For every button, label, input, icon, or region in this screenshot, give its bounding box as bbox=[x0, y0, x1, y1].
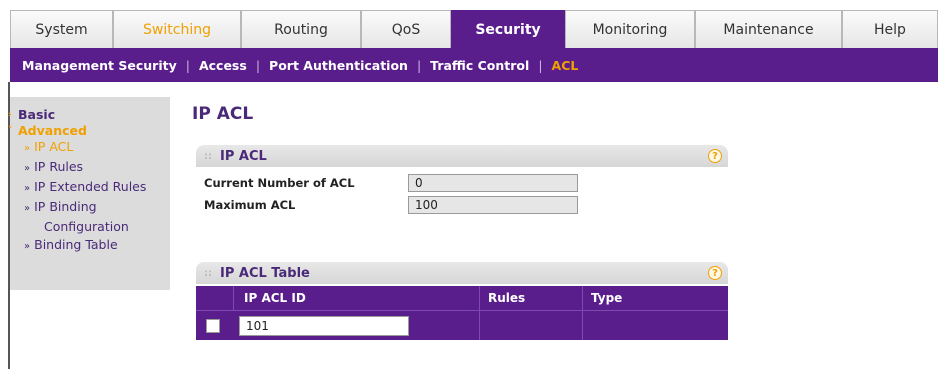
security-subnav: Management Security | Access | Port Auth… bbox=[10, 48, 938, 82]
tab-label: Security bbox=[475, 21, 541, 38]
maximum-acl-field: 100 bbox=[408, 196, 578, 214]
grip-icon: :: bbox=[204, 267, 212, 279]
sidebar-basic-label: Basic bbox=[18, 107, 56, 122]
sidebar-item-label: Configuration bbox=[44, 219, 129, 234]
sidebar-basic[interactable]: › Basic bbox=[8, 107, 170, 122]
tab-qos[interactable]: QoS bbox=[361, 10, 451, 48]
sidebar-item-ip-rules[interactable]: » IP Rules bbox=[16, 158, 170, 178]
tab-label: Routing bbox=[274, 21, 328, 38]
tab-routing[interactable]: Routing bbox=[241, 10, 361, 48]
subnav-separator: | bbox=[255, 57, 261, 73]
ip-acl-panel: :: IP ACL ? Current Number of ACL 0 Maxi… bbox=[196, 145, 728, 216]
header-ip-acl-id[interactable]: IP ACL ID bbox=[233, 286, 479, 310]
ip-acl-table: IP ACL ID Rules Type 101 bbox=[196, 286, 728, 340]
field-label: Maximum ACL bbox=[204, 198, 296, 212]
ip-acl-id-input[interactable]: 101 bbox=[239, 315, 409, 336]
grip-icon: :: bbox=[204, 150, 212, 162]
sidebar-item-label: IP Rules bbox=[34, 159, 84, 174]
tab-help[interactable]: Help bbox=[842, 10, 938, 48]
current-acl-row: Current Number of ACL 0 bbox=[196, 172, 728, 194]
table-header: IP ACL ID Rules Type bbox=[196, 286, 728, 310]
panel-header: :: IP ACL ? bbox=[196, 145, 728, 167]
sidebar-advanced-label: Advanced bbox=[18, 123, 87, 138]
double-arrow-icon: » bbox=[24, 241, 31, 252]
field-label: Current Number of ACL bbox=[204, 176, 355, 190]
header-select-cell bbox=[196, 286, 233, 310]
header-rules[interactable]: Rules bbox=[479, 286, 582, 310]
tab-switching[interactable]: Switching bbox=[113, 10, 241, 48]
select-cell bbox=[196, 311, 233, 340]
main-tab-bar: System Switching Routing QoS Security Mo… bbox=[10, 10, 938, 48]
maximum-acl-row: Maximum ACL 100 bbox=[196, 194, 728, 216]
panel-header: :: IP ACL Table ? bbox=[196, 262, 728, 284]
rules-cell bbox=[479, 311, 582, 340]
panel-title: IP ACL Table bbox=[220, 265, 310, 281]
id-cell: 101 bbox=[233, 311, 479, 340]
sidebar-item-label: Binding Table bbox=[34, 237, 118, 252]
ip-acl-table-panel: :: IP ACL Table ? bbox=[196, 262, 728, 284]
sidebar-item-binding-table[interactable]: » Binding Table bbox=[16, 236, 170, 256]
sidebar-item-ip-binding-cont[interactable]: Configuration bbox=[16, 218, 170, 236]
subnav-access[interactable]: Access bbox=[199, 58, 247, 73]
subnav-traffic-control[interactable]: Traffic Control bbox=[430, 58, 529, 73]
sidebar-advanced[interactable]: ˅ Advanced bbox=[8, 123, 170, 138]
help-icon[interactable]: ? bbox=[708, 266, 722, 280]
chevron-right-icon: › bbox=[8, 109, 12, 120]
subnav-port-authentication[interactable]: Port Authentication bbox=[269, 58, 408, 73]
subnav-separator: | bbox=[185, 57, 190, 73]
subnav-separator: | bbox=[416, 57, 422, 73]
panel-title: IP ACL bbox=[220, 148, 267, 164]
tab-label: Help bbox=[874, 21, 906, 38]
tab-label: Maintenance bbox=[723, 21, 814, 38]
sidebar-item-ip-binding[interactable]: » IP Binding bbox=[16, 198, 170, 218]
sidebar-item-label: IP Binding bbox=[34, 199, 97, 214]
page-title: IP ACL bbox=[192, 104, 254, 124]
tab-label: QoS bbox=[391, 21, 421, 38]
tab-maintenance[interactable]: Maintenance bbox=[695, 10, 842, 48]
table-row: 101 bbox=[196, 310, 728, 340]
double-arrow-icon: » bbox=[24, 183, 31, 194]
tab-security[interactable]: Security bbox=[451, 10, 565, 48]
double-arrow-icon: » bbox=[24, 203, 31, 214]
help-icon[interactable]: ? bbox=[708, 149, 722, 163]
subnav-separator: | bbox=[538, 57, 543, 73]
double-arrow-icon: » bbox=[24, 143, 31, 154]
tab-monitoring[interactable]: Monitoring bbox=[565, 10, 695, 48]
sidebar-item-ip-extended-rules[interactable]: » IP Extended Rules bbox=[16, 178, 170, 198]
sidebar: › Basic ˅ Advanced » IP ACL » IP Rules » IP… bbox=[8, 97, 170, 290]
subnav-management-security[interactable]: Management Security bbox=[22, 58, 177, 73]
sidebar-item-label: IP ACL bbox=[34, 139, 74, 154]
type-cell bbox=[582, 311, 728, 340]
header-type[interactable]: Type bbox=[582, 286, 728, 310]
tab-system[interactable]: System bbox=[10, 10, 113, 48]
sidebar-item-ip-acl[interactable]: » IP ACL bbox=[16, 138, 170, 158]
chevron-down-icon: ˅ bbox=[8, 125, 13, 136]
double-arrow-icon: » bbox=[24, 163, 31, 174]
current-acl-field: 0 bbox=[408, 174, 578, 192]
tab-label: System bbox=[35, 21, 88, 38]
tab-label: Monitoring bbox=[592, 21, 668, 38]
tab-label: Switching bbox=[143, 21, 211, 38]
subnav-acl[interactable]: ACL bbox=[552, 58, 579, 73]
sidebar-item-label: IP Extended Rules bbox=[34, 179, 147, 194]
row-checkbox[interactable] bbox=[206, 318, 220, 333]
